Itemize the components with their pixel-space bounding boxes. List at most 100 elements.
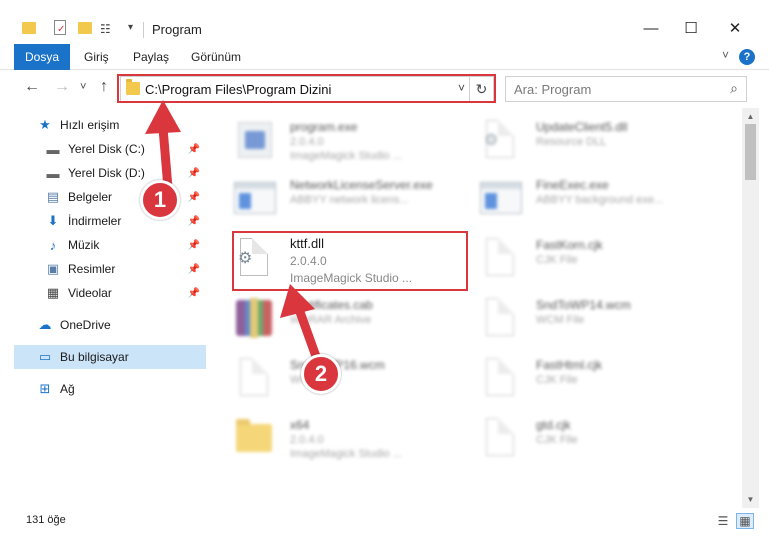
pin-icon[interactable]: 📌 xyxy=(188,168,200,179)
pin-icon[interactable]: 📌 xyxy=(188,264,200,275)
file-detail: WCM File xyxy=(536,314,585,326)
file-name: FineExec.exe xyxy=(536,178,609,192)
navigation-pane: ★ Hızlı erişim ▬ Yerel Disk (C:) 📌 ▬ Yer… xyxy=(0,108,206,508)
folder-icon xyxy=(232,416,276,460)
tab-file[interactable]: Dosya xyxy=(14,44,70,70)
sidebar-item-this-pc[interactable]: ▭ Bu bilgisayar xyxy=(14,345,206,369)
file-item[interactable]: ⚙ UpdateClient5.dll Resource DLL xyxy=(452,112,692,170)
file-icon xyxy=(232,356,276,400)
file-icon xyxy=(478,416,522,460)
refresh-button[interactable]: ↻ xyxy=(469,77,493,101)
file-item[interactable]: program.exe 2.0.4.0 ImageMagick Studio ... xyxy=(206,112,446,170)
customize-toolbar-icon[interactable]: ▾ xyxy=(128,22,133,44)
download-icon: ⬇ xyxy=(47,213,59,228)
file-item[interactable]: ⚙ kttf.dll 2.0.4.0 ImageMagick Studio ... xyxy=(206,230,446,288)
file-item[interactable]: Certificates.cab WinRAR Archive xyxy=(206,290,446,348)
sidebar-item-label: Ağ xyxy=(60,382,75,396)
close-button[interactable]: ✕ xyxy=(715,12,755,44)
file-item[interactable]: FastHtml.cjk CJK File xyxy=(452,350,692,408)
search-input[interactable]: Ara: Program xyxy=(514,82,591,97)
file-icon xyxy=(478,296,522,340)
sidebar-item-local-disk-c[interactable]: ▬ Yerel Disk (C:) 📌 xyxy=(14,137,206,161)
pictures-icon: ▣ xyxy=(46,261,60,276)
window-title: Program xyxy=(152,22,202,37)
sidebar-item-label: Belgeler xyxy=(68,190,113,204)
tab-view[interactable]: Görünüm xyxy=(191,50,241,64)
pin-icon[interactable]: 📌 xyxy=(188,240,200,251)
file-detail: 2.0.4.0 xyxy=(290,434,324,446)
sidebar-item-downloads[interactable]: ⬇ İndirmeler 📌 xyxy=(14,209,206,233)
sidebar-item-onedrive[interactable]: ☁ OneDrive xyxy=(14,313,206,337)
address-dropdown-icon[interactable]: ˅ xyxy=(458,81,465,95)
file-detail: ImageMagick Studio ... xyxy=(290,271,413,285)
file-detail: ImageMagick Studio ... xyxy=(290,150,402,162)
file-detail: CJK File xyxy=(536,254,578,266)
file-item[interactable]: FastKorn.cjk CJK File xyxy=(452,230,692,288)
ribbon-expand-icon[interactable]: ˅ xyxy=(722,48,729,62)
cloud-icon: ☁ xyxy=(38,317,52,332)
folder-icon xyxy=(126,79,140,95)
file-name: kttf.dll xyxy=(290,236,324,251)
title-separator xyxy=(143,22,144,38)
forward-button[interactable]: → xyxy=(54,78,70,96)
address-path[interactable]: C:\Program Files\Program Dizini xyxy=(145,82,331,97)
file-item[interactable]: x64 2.0.4.0 ImageMagick Studio ... xyxy=(206,410,446,468)
window-app-icon xyxy=(478,176,522,220)
sidebar-item-music[interactable]: ♪ Müzik 📌 xyxy=(14,233,206,257)
network-icon: ⊞ xyxy=(39,381,51,396)
file-icon xyxy=(478,356,522,400)
sidebar-item-label: Yerel Disk (D:) xyxy=(68,166,145,180)
help-button[interactable]: ? xyxy=(739,49,755,65)
file-detail: ABBYY background exe... xyxy=(536,194,663,206)
search-box[interactable]: Ara: Program ⌕ xyxy=(505,76,747,102)
sidebar-item-label: İndirmeler xyxy=(68,214,122,228)
step-1-badge: 1 xyxy=(140,180,180,220)
minimize-button[interactable]: — xyxy=(631,12,671,44)
dll-file-icon: ⚙ xyxy=(478,118,522,162)
sidebar-item-label: Videolar xyxy=(68,286,112,300)
file-name: program.exe xyxy=(290,120,358,134)
sidebar-item-network[interactable]: ⊞ Ağ xyxy=(14,377,206,401)
file-item[interactable]: SndToWP14.wcm WCM File xyxy=(452,290,692,348)
file-item[interactable]: FineExec.exe ABBYY background exe... xyxy=(452,170,692,228)
large-icons-view-icon[interactable]: ▦ xyxy=(736,513,754,529)
search-icon[interactable]: ⌕ xyxy=(730,80,738,97)
sidebar-item-pictures[interactable]: ▣ Resimler 📌 xyxy=(14,257,206,281)
file-name: SndToWP14.wcm xyxy=(536,298,631,312)
file-detail: ABBYY network licens... xyxy=(290,194,409,206)
address-bar[interactable]: C:\Program Files\Program Dizini ˅ ↻ xyxy=(120,76,494,102)
recent-locations-button[interactable]: ˅ xyxy=(80,81,86,93)
pin-icon[interactable]: 📌 xyxy=(188,216,200,227)
item-count: 131 öğe xyxy=(26,514,66,526)
pin-icon[interactable]: 📌 xyxy=(188,144,200,155)
file-name: x64 xyxy=(290,418,310,432)
file-name: gtd.cjk xyxy=(536,418,571,432)
scrollbar-thumb[interactable] xyxy=(745,124,756,180)
file-item[interactable]: NetworkLicenseServer.exe ABBYY network li… xyxy=(206,170,446,228)
scroll-down-icon[interactable]: ▼ xyxy=(742,491,759,508)
sidebar-item-label: Resimler xyxy=(68,262,116,276)
maximize-button[interactable]: ☐ xyxy=(671,12,711,44)
sidebar-item-videos[interactable]: ▦ Videolar 📌 xyxy=(14,281,206,305)
file-name: NetworkLicenseServer.exe xyxy=(290,178,433,192)
file-list: program.exe 2.0.4.0 ImageMagick Studio ...… xyxy=(206,108,742,508)
scroll-up-icon[interactable]: ▲ xyxy=(742,108,759,125)
vertical-scrollbar[interactable]: ▲ ▼ xyxy=(742,108,759,508)
music-icon: ♪ xyxy=(49,237,57,253)
back-button[interactable]: ← xyxy=(24,78,40,96)
ribbon: Dosya Giriş Paylaş Görünüm ˅ ? xyxy=(0,44,769,70)
drive-icon: ▬ xyxy=(46,165,60,181)
file-item[interactable]: gtd.cjk CJK File xyxy=(452,410,692,468)
sidebar-item-quick-access[interactable]: ★ Hızlı erişim xyxy=(14,113,206,137)
file-detail: 2.0.4.0 xyxy=(290,136,324,148)
details-view-icon[interactable]: ☰ xyxy=(714,513,732,529)
view-menu-icon[interactable]: ☷ xyxy=(100,22,111,44)
sidebar-item-local-disk-d[interactable]: ▬ Yerel Disk (D:) 📌 xyxy=(14,161,206,185)
application-icon xyxy=(232,118,276,162)
tab-share[interactable]: Paylaş xyxy=(133,50,169,64)
up-button[interactable]: ↑ xyxy=(100,78,108,96)
pin-icon[interactable]: 📌 xyxy=(188,288,200,299)
tab-home[interactable]: Giriş xyxy=(84,50,109,64)
file-name: FastHtml.cjk xyxy=(536,358,602,372)
pin-icon[interactable]: 📌 xyxy=(188,192,200,203)
